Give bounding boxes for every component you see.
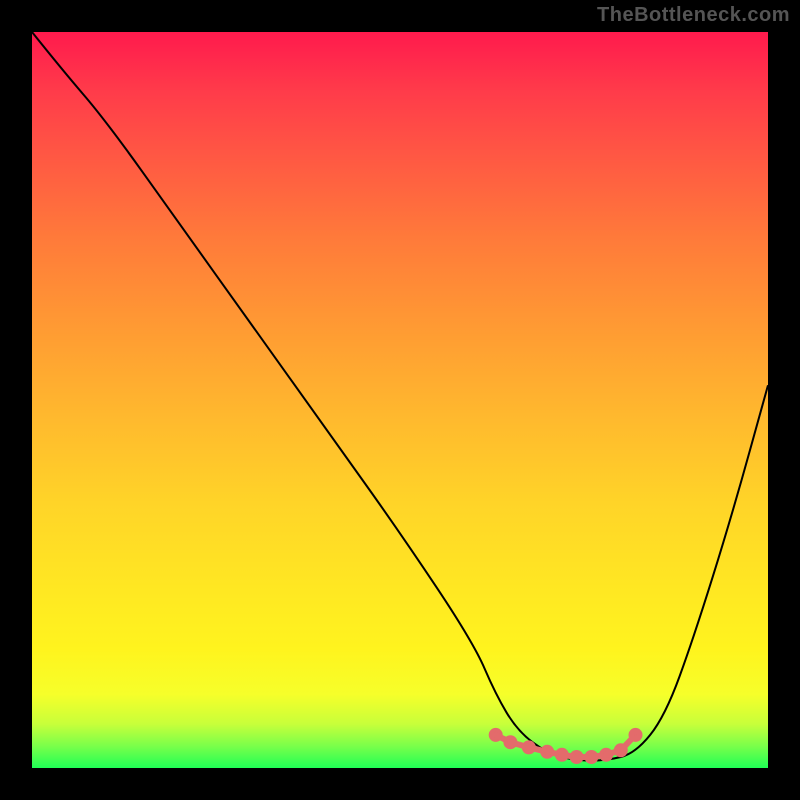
optimal-zone-markers [492,731,640,761]
bottleneck-curve [32,32,768,761]
chart-plot-area [32,32,768,768]
watermark-text: TheBottleneck.com [597,4,790,27]
chart-svg [32,32,768,768]
